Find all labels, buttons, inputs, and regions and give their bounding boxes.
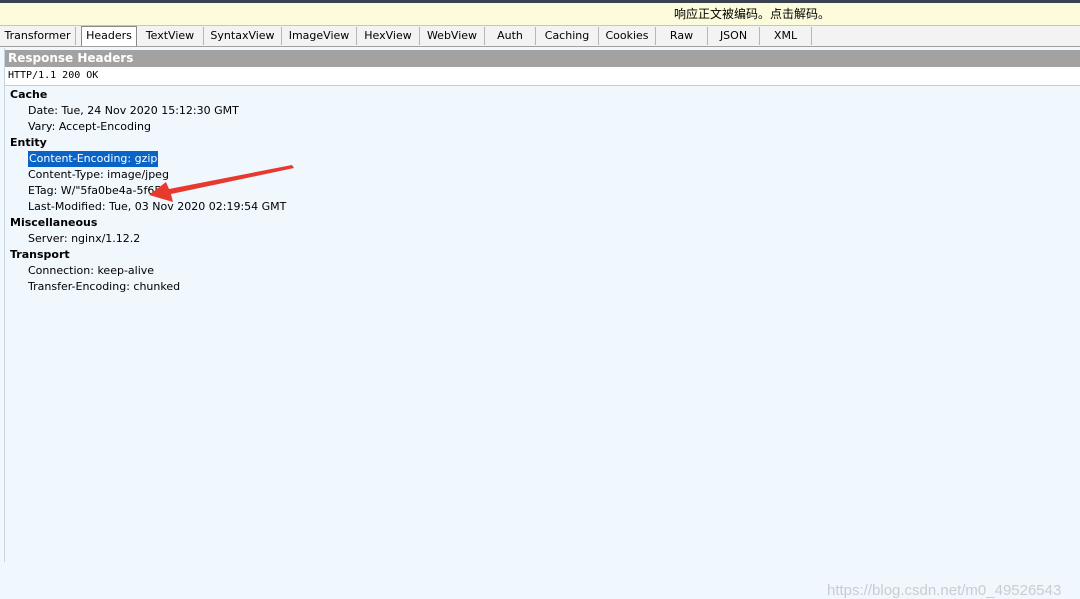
tab-caching[interactable]: Caching — [536, 27, 599, 45]
group-cache[interactable]: Cache — [10, 87, 47, 103]
tab-xml[interactable]: XML — [760, 27, 812, 45]
tab-webview[interactable]: WebView — [420, 27, 485, 45]
header-transfer-encoding[interactable]: Transfer-Encoding: chunked — [28, 279, 180, 295]
decode-notice-text[interactable]: 响应正文被编码。点击解码。 — [674, 7, 830, 21]
tab-transformer[interactable]: Transformer — [0, 27, 76, 45]
response-headers-title: Response Headers — [5, 50, 1080, 67]
group-entity[interactable]: Entity — [10, 135, 47, 151]
decode-notice-bar[interactable]: 响应正文被编码。点击解码。 — [0, 3, 1080, 26]
header-connection[interactable]: Connection: keep-alive — [28, 263, 154, 279]
tab-hexview[interactable]: HexView — [357, 27, 420, 45]
headers-panel: Response Headers HTTP/1.1 200 OK Cache D… — [4, 48, 1080, 599]
tab-textview[interactable]: TextView — [137, 27, 204, 45]
watermark: https://blog.csdn.net/m0_49526543 — [827, 582, 1062, 599]
tab-raw[interactable]: Raw — [656, 27, 708, 45]
header-vary[interactable]: Vary: Accept-Encoding — [28, 119, 151, 135]
group-transport[interactable]: Transport — [10, 247, 70, 263]
status-line[interactable]: HTTP/1.1 200 OK — [5, 67, 1080, 86]
tab-bar: Transformer Headers TextView SyntaxView … — [0, 26, 1080, 47]
tab-cookies[interactable]: Cookies — [599, 27, 656, 45]
tab-auth[interactable]: Auth — [485, 27, 536, 45]
tab-json[interactable]: JSON — [708, 27, 760, 45]
arrow-shape — [149, 165, 294, 202]
header-date[interactable]: Date: Tue, 24 Nov 2020 15:12:30 GMT — [28, 103, 239, 119]
red-arrow-icon — [149, 165, 294, 202]
header-content-encoding[interactable]: Content-Encoding: gzip — [28, 151, 159, 167]
header-server[interactable]: Server: nginx/1.12.2 — [28, 231, 140, 247]
tab-imageview[interactable]: ImageView — [282, 27, 357, 45]
tab-headers[interactable]: Headers — [81, 26, 137, 46]
group-miscellaneous[interactable]: Miscellaneous — [10, 215, 97, 231]
tab-syntaxview[interactable]: SyntaxView — [204, 27, 282, 45]
